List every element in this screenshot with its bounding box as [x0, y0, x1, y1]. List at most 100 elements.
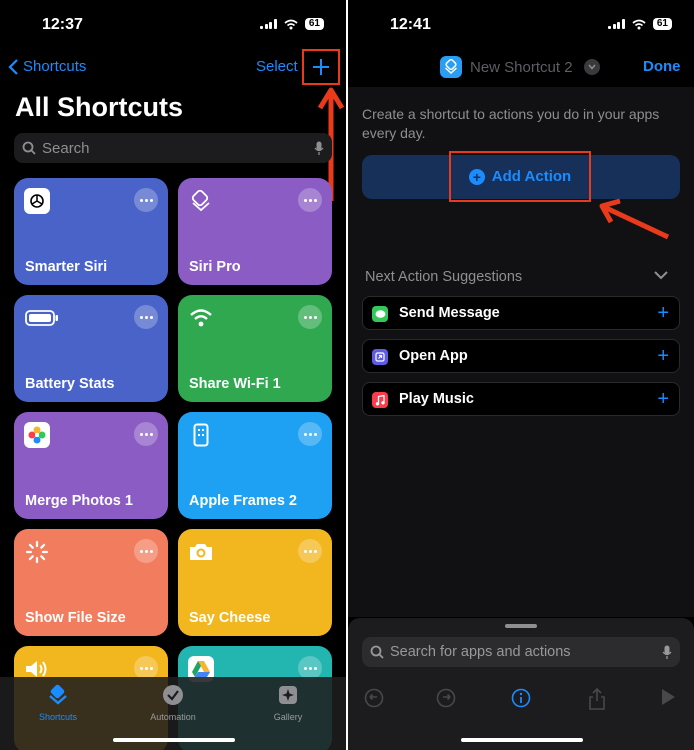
chevron-left-icon [8, 58, 18, 75]
layers-icon [444, 59, 458, 75]
redo-icon[interactable] [436, 688, 456, 708]
tab-label: Gallery [273, 712, 303, 722]
microphone-icon[interactable] [662, 645, 672, 660]
tile-label: Show File Size [25, 610, 126, 626]
wifi-status-icon [284, 19, 298, 29]
title-menu-button[interactable] [584, 59, 600, 75]
status-time: 12:37 [42, 16, 83, 33]
more-options-button[interactable] [134, 539, 158, 563]
suggestion-label: Open App [399, 348, 468, 364]
tile-label: Battery Stats [25, 376, 115, 392]
tile-label: Say Cheese [189, 610, 271, 626]
status-time: 12:41 [390, 16, 431, 33]
status-icons: 61 [260, 18, 324, 30]
add-shortcut-button[interactable] [302, 49, 340, 85]
home-indicator [113, 738, 235, 742]
done-button[interactable]: Done [643, 58, 681, 75]
editor-canvas: Create a shortcut to actions you do in y… [348, 87, 694, 617]
photos-icon [24, 422, 50, 448]
more-options-button[interactable] [298, 422, 322, 446]
clock-check-icon [163, 685, 183, 705]
shortcut-tile-battery-stats[interactable]: Battery Stats [14, 295, 168, 402]
back-to-shortcuts-link[interactable]: Shortcuts [8, 58, 86, 75]
tab-gallery[interactable]: Gallery [248, 683, 328, 722]
suggestion-play-music[interactable]: Play Music + [362, 382, 680, 416]
shortcut-tile-smarter-siri[interactable]: Smarter Siri [14, 178, 168, 285]
add-action-label: Add Action [491, 168, 572, 185]
more-options-button[interactable] [298, 539, 322, 563]
sparkle-icon [279, 686, 297, 704]
back-label: Shortcuts [23, 58, 87, 75]
suggestion-label: Send Message [399, 305, 500, 321]
wifi-icon [188, 305, 214, 331]
chatgpt-icon [24, 188, 50, 214]
more-options-button[interactable] [298, 305, 322, 329]
cellular-signal-icon [260, 19, 277, 29]
layers-icon [188, 188, 214, 214]
actions-bottom-sheet: Search for apps and actions [348, 618, 694, 750]
messages-icon [372, 306, 388, 322]
more-options-button[interactable] [298, 188, 322, 212]
home-indicator [461, 738, 583, 742]
shortcut-tile-merge-photos[interactable]: Merge Photos 1 [14, 412, 168, 519]
add-action-button[interactable]: + Add Action [449, 151, 591, 202]
search-placeholder: Search [42, 139, 90, 157]
music-icon [372, 392, 388, 408]
search-icon [22, 141, 36, 155]
info-icon[interactable] [511, 688, 531, 708]
suggestion-send-message[interactable]: Send Message + [362, 296, 680, 330]
layers-icon [49, 684, 67, 705]
intro-text: Create a shortcut to actions you do in y… [362, 106, 660, 141]
status-icons: 61 [608, 18, 672, 30]
shortcut-tile-apple-frames[interactable]: Apple Frames 2 [178, 412, 332, 519]
suggestion-open-app[interactable]: Open App + [362, 339, 680, 373]
wifi-status-icon [632, 19, 646, 29]
loading-icon [24, 539, 50, 565]
shortcut-tile-say-cheese[interactable]: Say Cheese [178, 529, 332, 636]
shortcut-tile-share-wifi[interactable]: Share Wi-Fi 1 [178, 295, 332, 402]
sheet-grabber[interactable] [505, 624, 537, 628]
suggestion-label: Play Music [399, 391, 474, 407]
suggestions-header: Next Action Suggestions [365, 269, 523, 285]
search-field[interactable]: Search [14, 133, 332, 163]
add-plus-icon[interactable]: + [657, 301, 669, 325]
microphone-icon[interactable] [314, 141, 324, 156]
chevron-down-icon [588, 64, 596, 70]
search-placeholder: Search for apps and actions [390, 644, 571, 660]
tile-label: Merge Photos 1 [25, 493, 133, 509]
shortcut-tile-siri-pro[interactable]: Siri Pro [178, 178, 332, 285]
tile-label: Siri Pro [189, 259, 241, 275]
tab-label: Automation [150, 712, 196, 722]
chevron-down-icon[interactable] [654, 271, 668, 280]
tab-shortcuts[interactable]: Shortcuts [18, 683, 98, 722]
page-title: All Shortcuts [15, 92, 184, 122]
plus-circle-icon: + [468, 168, 485, 185]
actions-search-field[interactable]: Search for apps and actions [362, 637, 680, 667]
more-options-button[interactable] [134, 188, 158, 212]
camera-icon [188, 539, 214, 565]
more-options-button[interactable] [134, 422, 158, 446]
share-icon[interactable] [588, 688, 606, 710]
undo-icon[interactable] [364, 688, 384, 708]
search-icon [370, 645, 384, 659]
shortcut-icon[interactable] [440, 56, 462, 78]
more-options-button[interactable] [134, 305, 158, 329]
battery-level: 61 [652, 18, 672, 30]
highlight-arrow [599, 198, 670, 240]
play-icon[interactable] [660, 688, 676, 706]
tile-label: Smarter Siri [25, 259, 108, 275]
add-plus-icon[interactable]: + [657, 387, 669, 411]
battery-level: 61 [304, 18, 324, 30]
tab-automation[interactable]: Automation [133, 683, 213, 722]
battery-icon [24, 305, 60, 331]
tile-label: Apple Frames 2 [189, 493, 297, 509]
tab-bar: Shortcuts Automation Gallery [0, 677, 346, 750]
add-plus-icon[interactable]: + [657, 344, 669, 368]
shortcut-tile-show-file-size[interactable]: Show File Size [14, 529, 168, 636]
shortcut-title[interactable]: New Shortcut 2 [470, 59, 573, 76]
cellular-signal-icon [608, 19, 625, 29]
plus-icon [313, 59, 329, 75]
editor-toolbar [348, 680, 694, 720]
open-app-icon [372, 349, 388, 365]
select-button[interactable]: Select [256, 58, 298, 75]
